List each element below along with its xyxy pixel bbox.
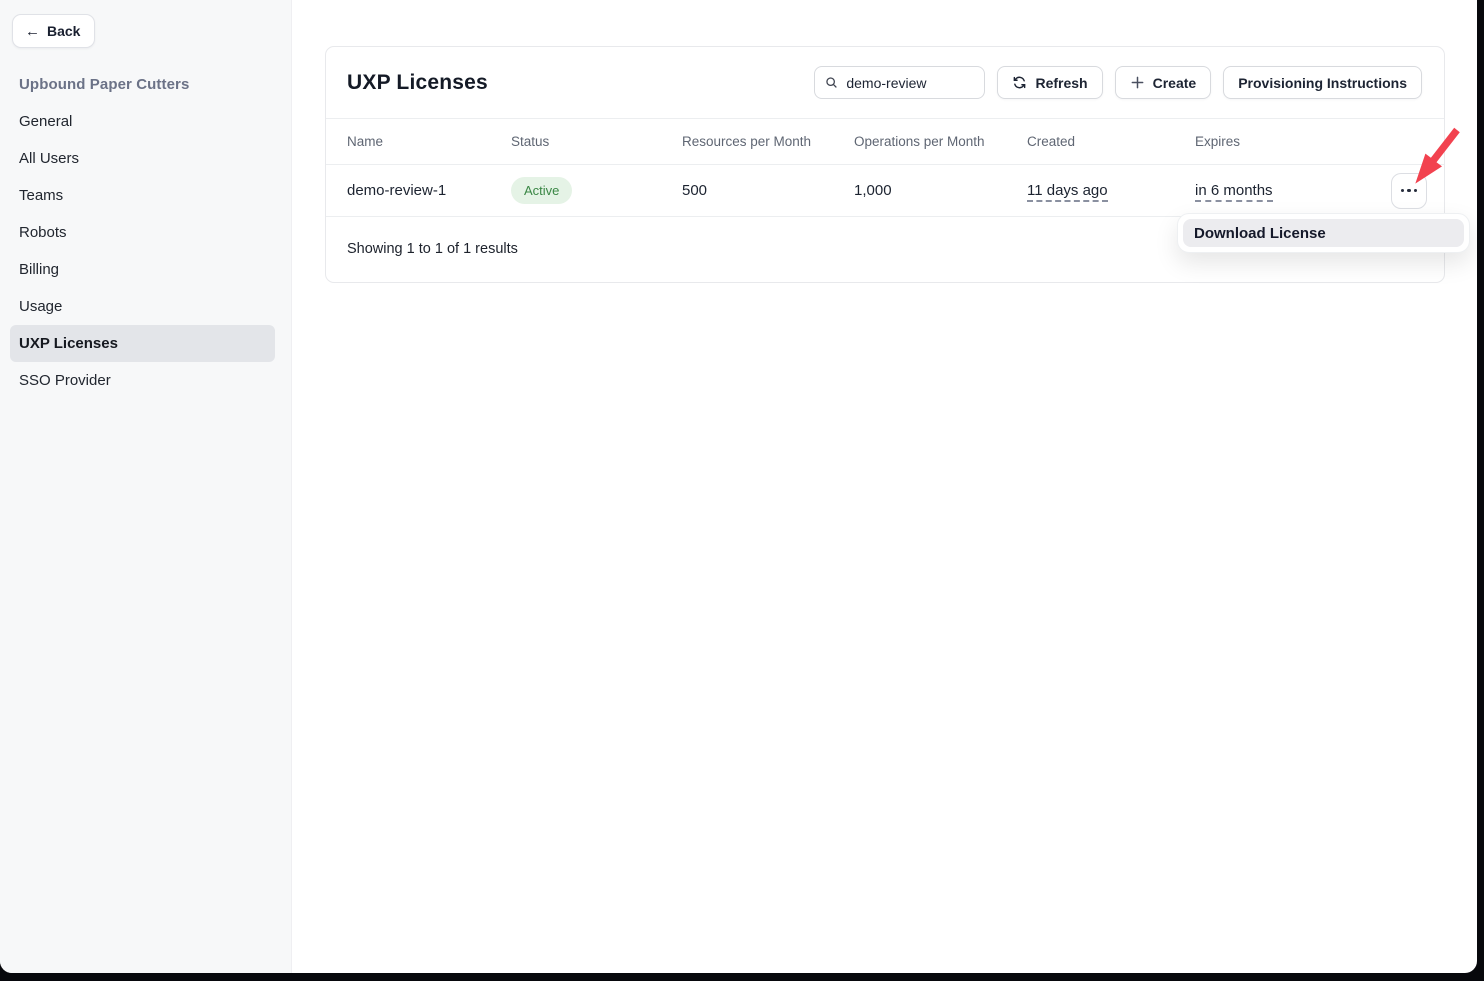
create-button[interactable]: Create	[1115, 66, 1212, 99]
app-window: ← Back Upbound Paper Cutters General All…	[0, 0, 1477, 973]
column-header-resources: Resources per Month	[682, 134, 854, 149]
sidebar-nav: Upbound Paper Cutters General All Users …	[0, 66, 291, 399]
create-button-label: Create	[1153, 75, 1197, 91]
provisioning-instructions-label: Provisioning Instructions	[1238, 75, 1407, 91]
sidebar-item-teams[interactable]: Teams	[0, 177, 291, 214]
table-row: demo-review-1 Active 500 1,000 11 days a…	[326, 165, 1444, 217]
search-input[interactable]	[846, 75, 974, 91]
refresh-button-label: Refresh	[1035, 75, 1087, 91]
column-header-operations: Operations per Month	[854, 134, 1027, 149]
sidebar-item-robots[interactable]: Robots	[0, 214, 291, 251]
resources-per-month-value: 500	[682, 182, 854, 199]
sidebar-item-all-users[interactable]: All Users	[0, 140, 291, 177]
page-title: UXP Licenses	[347, 71, 488, 95]
card-header: UXP Licenses Refresh	[326, 47, 1444, 119]
column-header-status: Status	[511, 134, 682, 149]
sidebar-item-billing[interactable]: Billing	[0, 251, 291, 288]
plus-icon	[1130, 75, 1145, 90]
license-name: demo-review-1	[347, 182, 511, 199]
column-header-expires: Expires	[1195, 134, 1388, 149]
sidebar-item-uxp-licenses[interactable]: UXP Licenses	[10, 325, 275, 362]
sidebar-item-general[interactable]: General	[0, 103, 291, 140]
refresh-icon	[1012, 75, 1027, 90]
expires-value[interactable]: in 6 months	[1195, 182, 1273, 202]
column-header-created: Created	[1027, 134, 1195, 149]
column-header-name: Name	[347, 134, 511, 149]
search-icon	[825, 75, 838, 90]
search-box[interactable]	[814, 66, 985, 99]
org-name: Upbound Paper Cutters	[0, 66, 291, 103]
back-button-label: Back	[47, 23, 80, 39]
ellipsis-icon	[1401, 189, 1404, 192]
refresh-button[interactable]: Refresh	[997, 66, 1102, 99]
table-header: Name Status Resources per Month Operatio…	[326, 119, 1444, 165]
row-actions-menu: Download License	[1177, 213, 1470, 253]
toolbar: Refresh Create Provisioning Instructions	[814, 66, 1422, 99]
row-actions-button[interactable]	[1391, 173, 1427, 209]
sidebar-item-usage[interactable]: Usage	[0, 288, 291, 325]
back-arrow-icon: ←	[25, 24, 40, 39]
created-value[interactable]: 11 days ago	[1027, 182, 1108, 202]
provisioning-instructions-button[interactable]: Provisioning Instructions	[1223, 66, 1422, 99]
back-button[interactable]: ← Back	[12, 14, 95, 48]
operations-per-month-value: 1,000	[854, 182, 1027, 199]
menu-item-download-license[interactable]: Download License	[1183, 219, 1464, 247]
status-badge: Active	[511, 177, 572, 204]
sidebar-item-sso-provider[interactable]: SSO Provider	[0, 362, 291, 399]
sidebar: ← Back Upbound Paper Cutters General All…	[0, 0, 292, 973]
